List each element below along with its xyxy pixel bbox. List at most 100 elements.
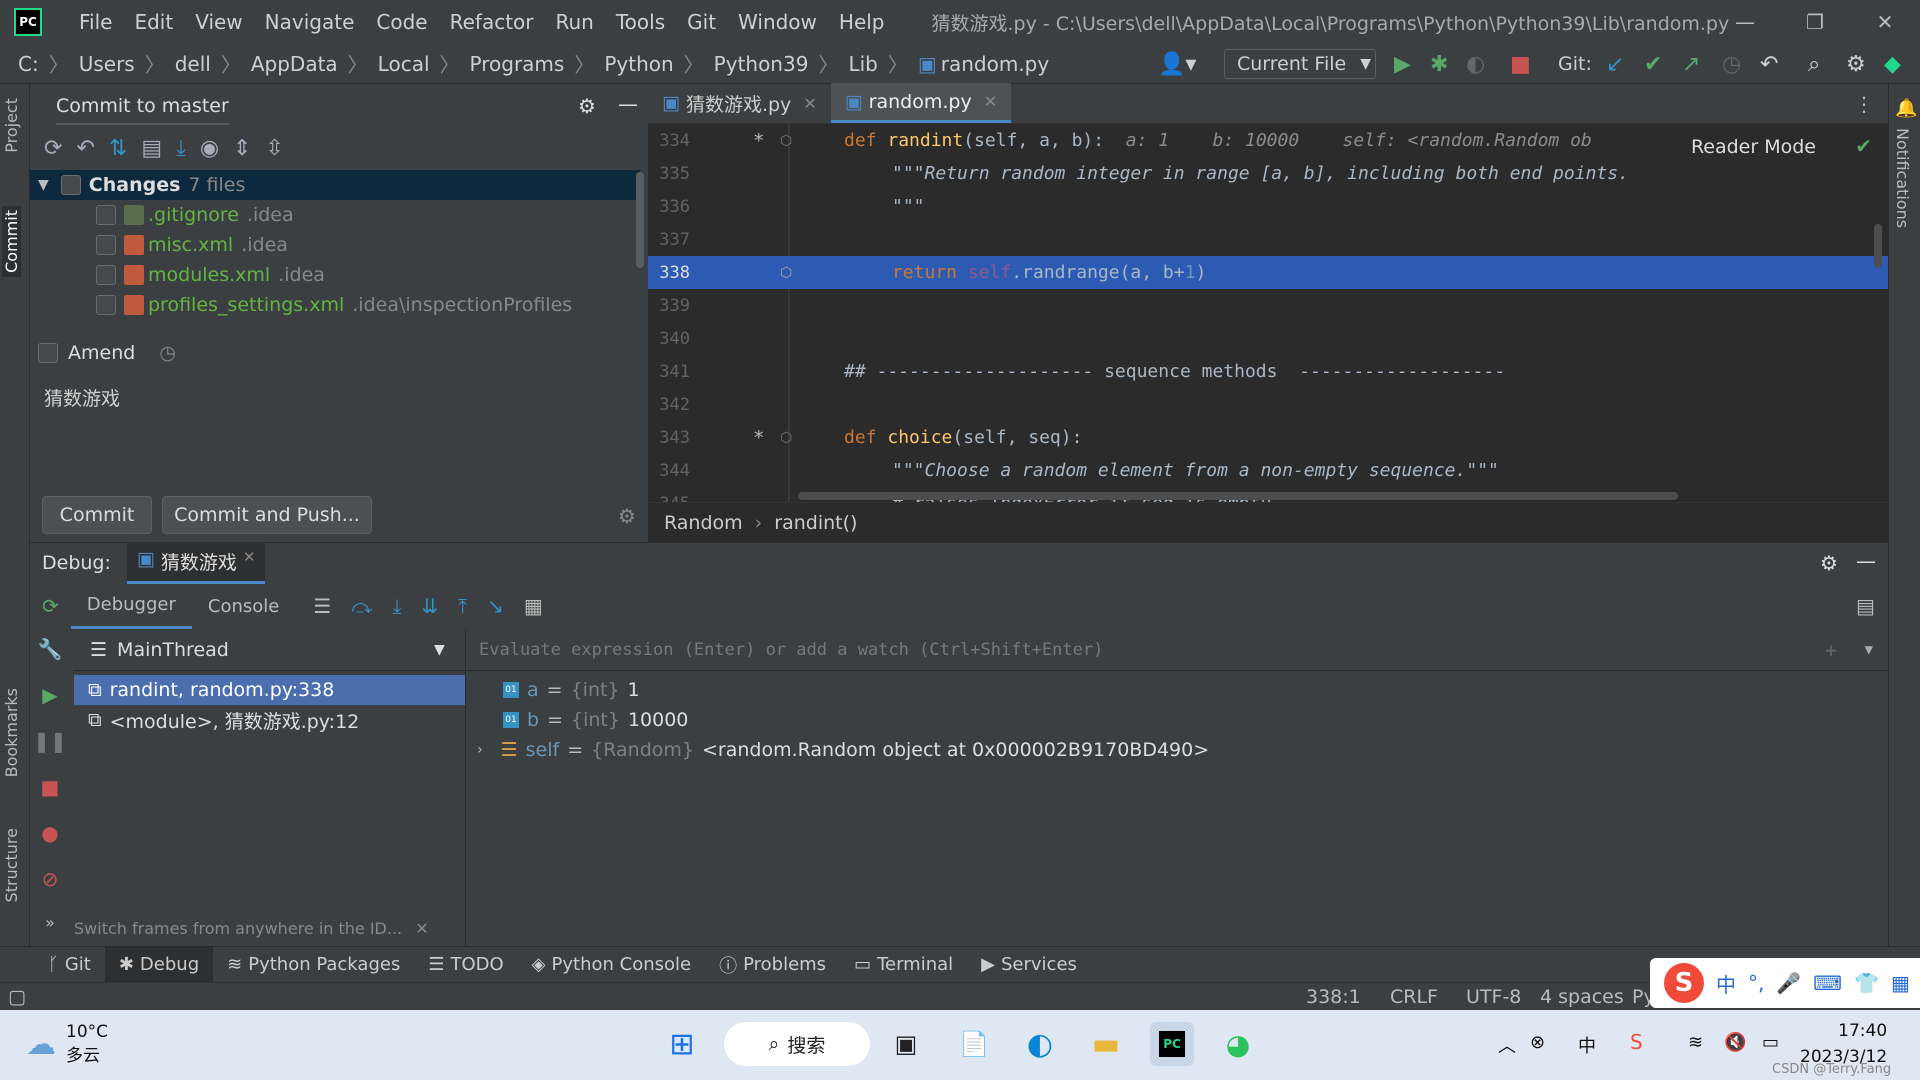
resume-icon[interactable]: ▶ — [42, 683, 57, 707]
crumb-random-py[interactable]: random.py — [941, 52, 1049, 76]
commit-and-push-button[interactable]: Commit and Push... — [162, 496, 372, 534]
tool-tab-python-console[interactable]: ◈ Python Console — [518, 947, 705, 983]
crumb-dell[interactable]: dell — [175, 52, 211, 76]
restore-button[interactable]: ❐ — [1780, 0, 1850, 44]
step-into-icon[interactable]: ⤓ — [383, 594, 412, 618]
menu-file[interactable]: File — [68, 10, 123, 34]
chevron-down-icon[interactable]: ▼ — [1865, 642, 1873, 658]
stack-frame[interactable]: ⧉ randint, random.py:338 — [74, 675, 465, 705]
fold-end-icon[interactable]: ⬡ — [780, 265, 792, 281]
close-tab-icon[interactable]: ✕ — [803, 94, 816, 113]
hide-panel-icon[interactable]: — — [618, 92, 638, 116]
history-clock-icon[interactable]: ◷ — [159, 342, 176, 364]
wifi-icon[interactable]: ≋ — [1688, 1032, 1703, 1053]
crumb-local[interactable]: Local — [378, 52, 430, 76]
tab-console[interactable]: Console — [192, 583, 295, 629]
git-push-icon[interactable]: ↗ — [1682, 52, 1700, 77]
file-row[interactable]: profiles_settings.xml .idea\inspectionPr… — [30, 290, 640, 316]
expand-all-icon[interactable]: ⇕ — [233, 136, 251, 161]
sogou-logo-icon[interactable]: S — [1664, 963, 1704, 1003]
layout-menu-icon[interactable]: ☰ — [303, 594, 341, 618]
changes-checkbox[interactable] — [60, 175, 81, 195]
task-view-icon[interactable]: ▣ — [884, 1022, 928, 1066]
windows-start-icon[interactable]: ⊞ — [660, 1022, 704, 1066]
ide-plugin-icon[interactable]: ◆ — [1884, 52, 1901, 77]
history-icon[interactable]: ◷ — [1722, 52, 1741, 77]
rollback-icon[interactable]: ↶ — [1760, 52, 1778, 77]
pause-icon[interactable]: ❚❚ — [33, 729, 67, 753]
commit-button[interactable]: Commit — [42, 496, 152, 534]
tool-tab-git[interactable]: ᚴ Git — [34, 947, 105, 983]
taskbar-search[interactable]: ⌕ 搜索 — [724, 1022, 870, 1066]
weather-widget[interactable]: ☁ 10°C 多云 — [26, 1020, 108, 1068]
file-checkbox[interactable] — [96, 205, 116, 225]
crumb-drive[interactable]: C: — [18, 52, 39, 76]
evaluate-expression-input[interactable]: Evaluate expression (Enter) or add a wat… — [467, 629, 1887, 671]
chevron-right-icon[interactable]: › — [477, 742, 483, 758]
tool-tab-terminal[interactable]: ▭ Terminal — [840, 947, 967, 983]
run-configuration-select[interactable]: Current File ▼ — [1224, 49, 1376, 79]
ime-chinese-mode[interactable]: 中 — [1716, 969, 1736, 998]
add-watch-icon[interactable]: + — [1825, 638, 1837, 662]
commit-tool-tab[interactable]: Commit — [2, 206, 21, 277]
menu-tools[interactable]: Tools — [605, 10, 676, 34]
debug-bug-icon[interactable]: ✱ — [1430, 52, 1448, 77]
tab-debugger[interactable]: Debugger — [70, 583, 192, 629]
stack-frame[interactable]: ⧉ <module>, 猜数游戏.py:12 — [74, 705, 465, 735]
breadcrumb-method[interactable]: randint() — [774, 512, 857, 534]
debug-settings-gear-icon[interactable]: ⚙ — [1820, 551, 1838, 575]
crumb-users[interactable]: Users — [79, 52, 135, 76]
structure-tool-tab[interactable]: Structure — [2, 828, 21, 902]
battery-icon[interactable]: ▭ — [1762, 1032, 1779, 1053]
commit-message-field[interactable]: 猜数游戏 — [44, 384, 120, 411]
user-icon[interactable]: 👤▾ — [1158, 52, 1196, 77]
sogou-tray-icon[interactable]: S — [1630, 1030, 1643, 1054]
menu-view[interactable]: View — [184, 10, 253, 34]
close-tab-icon[interactable]: ✕ — [984, 92, 997, 111]
menu-edit[interactable]: Edit — [123, 10, 184, 34]
python-idle-icon[interactable]: 📄 — [952, 1022, 996, 1066]
file-checkbox[interactable] — [96, 235, 116, 255]
crumb-appdata[interactable]: AppData — [251, 52, 338, 76]
more-tabs-icon[interactable]: ⋮ — [1854, 92, 1874, 116]
variable-row[interactable]: › ☰ self = {Random} <random.Random object… — [467, 735, 1887, 765]
view-breakpoints-icon[interactable]: ● — [41, 821, 58, 845]
shelve-icon[interactable]: ⤓ — [176, 136, 186, 161]
pycharm-taskbar-icon[interactable]: PC — [1150, 1022, 1194, 1066]
keyboard-icon[interactable]: ⌨ — [1813, 971, 1842, 995]
stop-icon[interactable]: ■ — [1510, 52, 1531, 77]
menu-help[interactable]: Help — [828, 10, 896, 34]
crumb-lib[interactable]: Lib — [848, 52, 877, 76]
file-row[interactable]: misc.xml .idea — [30, 230, 640, 260]
bell-icon[interactable]: 🔔 — [1895, 98, 1917, 119]
bookmarks-tool-tab[interactable]: Bookmarks — [2, 688, 21, 777]
more-actions-icon[interactable]: » — [45, 913, 55, 932]
menu-navigate[interactable]: Navigate — [254, 10, 366, 34]
project-tool-tab[interactable]: Project — [2, 98, 21, 153]
indent-setting[interactable]: 4 spaces — [1540, 986, 1624, 1008]
override-marker-icon[interactable]: * — [754, 427, 764, 449]
restore-layout-icon[interactable]: ▤ — [1856, 594, 1875, 618]
stop-icon[interactable]: ■ — [41, 775, 60, 799]
rollback-icon[interactable]: ↶ — [76, 136, 94, 161]
minimize-button[interactable]: — — [1710, 0, 1780, 44]
caret-position[interactable]: 338:1 — [1306, 986, 1361, 1008]
file-explorer-icon[interactable]: ▬ — [1084, 1022, 1128, 1066]
tool-tab-python-packages[interactable]: ≋ Python Packages — [213, 947, 414, 983]
git-update-icon[interactable]: ↙ — [1606, 52, 1624, 77]
view-options-eye-icon[interactable]: ◉ — [200, 136, 219, 161]
file-checkbox[interactable] — [96, 265, 116, 285]
toolbox-grid-icon[interactable]: ▦ — [1891, 971, 1910, 995]
menu-run[interactable]: Run — [545, 10, 605, 34]
tool-tab-debug[interactable]: ✱ Debug — [104, 946, 214, 983]
wechat-icon[interactable]: ◕ — [1216, 1022, 1260, 1066]
step-into-my-code-icon[interactable]: ⇊ — [412, 594, 449, 618]
tab-guess-game-py[interactable]: ▣ 猜数游戏.py ✕ — [648, 83, 831, 123]
rerun-icon[interactable]: ⟳ — [30, 594, 71, 618]
update-project-icon[interactable]: ⇅ — [109, 136, 127, 161]
close-window-button[interactable]: ✕ — [1850, 0, 1920, 44]
crumb-programs[interactable]: Programs — [470, 52, 565, 76]
input-method-icon[interactable]: 中 — [1578, 1032, 1596, 1058]
run-icon[interactable]: ▶ — [1394, 52, 1411, 77]
search-icon[interactable]: ⌕ — [1808, 52, 1820, 77]
